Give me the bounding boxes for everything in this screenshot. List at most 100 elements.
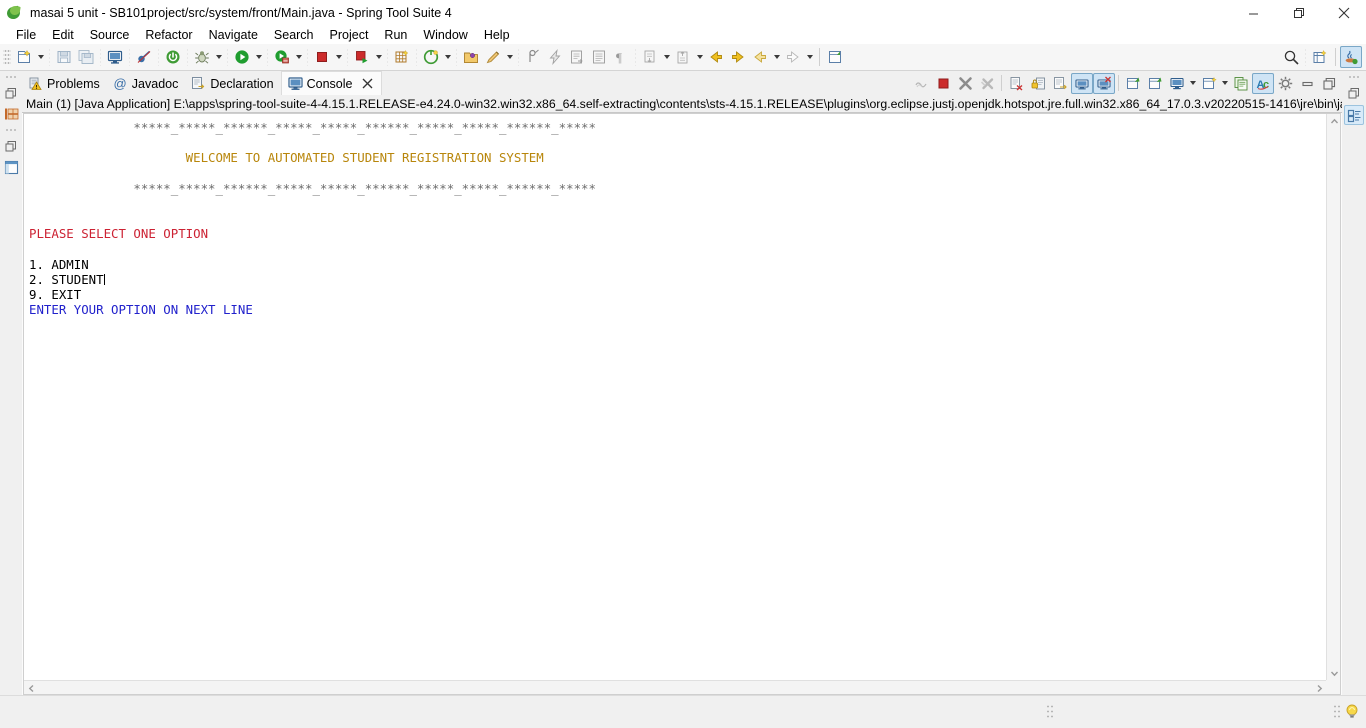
show-console-on-error-icon[interactable] [1093, 72, 1115, 94]
scroll-lock-icon[interactable] [1027, 73, 1049, 94]
open-console-icon[interactable] [104, 46, 126, 68]
debug-icon[interactable] [191, 46, 213, 68]
terminate-dropdown-arrow[interactable] [333, 46, 344, 68]
prev-annotation-dropdown-arrow[interactable] [694, 46, 705, 68]
left-trim-grip[interactable] [5, 75, 17, 80]
run-dropdown-arrow[interactable] [253, 46, 264, 68]
back-to-last-edit-icon[interactable] [705, 46, 727, 68]
console-preferences-icon[interactable] [1274, 73, 1296, 94]
restore-icon[interactable] [1, 83, 21, 103]
pilcrow-icon[interactable]: ¶ [610, 46, 632, 68]
clear-console-icon[interactable] [1005, 73, 1027, 94]
ansi-console-icon[interactable]: A c [1252, 72, 1274, 94]
java-perspective-icon[interactable] [1340, 46, 1362, 68]
navigate-forward-dropdown-arrow[interactable] [804, 46, 815, 68]
left-trim-grip-2[interactable] [5, 128, 17, 133]
menu-run[interactable]: Run [376, 26, 415, 44]
menu-project[interactable]: Project [322, 26, 377, 44]
new-console-dropdown-arrow[interactable] [1220, 73, 1230, 94]
tab-declaration[interactable]: Declaration [185, 72, 280, 95]
console-output-area[interactable]: *****_*****_******_*****_*****_******_**… [23, 113, 1341, 695]
outline-view-icon[interactable] [1344, 105, 1364, 125]
lightbulb-icon[interactable] [1341, 701, 1363, 723]
next-annotation-dropdown-arrow[interactable] [661, 46, 672, 68]
terminate-icon[interactable] [932, 73, 954, 94]
minimize-button[interactable] [1231, 0, 1276, 26]
console-horizontal-scrollbar[interactable] [24, 680, 1326, 694]
open-package-icon[interactable] [460, 46, 482, 68]
scroll-right-arrow[interactable] [1312, 681, 1326, 695]
menu-navigate[interactable]: Navigate [201, 26, 266, 44]
menu-refactor[interactable]: Refactor [137, 26, 200, 44]
new-wizard-dropdown-arrow[interactable] [35, 46, 46, 68]
run-external-tools-icon[interactable] [271, 46, 293, 68]
new-editor-icon[interactable] [566, 46, 588, 68]
pin-console-icon[interactable] [1122, 73, 1144, 94]
tab-javadoc[interactable]: @ Javadoc [107, 72, 186, 95]
new-spring-starter-icon[interactable] [420, 46, 442, 68]
debug-dropdown-arrow[interactable] [213, 46, 224, 68]
external-tools-dropdown-arrow[interactable] [293, 46, 304, 68]
remove-launch-icon[interactable] [954, 73, 976, 94]
tab-problems[interactable]: Problems [22, 72, 107, 95]
close-button[interactable] [1321, 0, 1366, 26]
pin-editor-icon[interactable] [824, 46, 846, 68]
scroll-down-arrow[interactable] [1327, 666, 1341, 680]
outline-icon[interactable] [1, 157, 21, 177]
new-wizard-icon[interactable] [13, 46, 35, 68]
run-icon[interactable] [231, 46, 253, 68]
save-icon[interactable] [53, 46, 75, 68]
menu-edit[interactable]: Edit [44, 26, 82, 44]
search-icon[interactable] [1280, 46, 1302, 68]
menu-search[interactable]: Search [266, 26, 322, 44]
minimize-view-icon[interactable] [1296, 73, 1318, 94]
toolbar-grip[interactable] [3, 48, 11, 66]
status-bar-grip-right[interactable] [1333, 704, 1341, 720]
scroll-left-arrow[interactable] [24, 681, 38, 695]
menu-window[interactable]: Window [415, 26, 475, 44]
show-console-when-output-icon[interactable] [910, 73, 932, 94]
menu-help[interactable]: Help [476, 26, 518, 44]
prev-annotation-icon[interactable] [672, 46, 694, 68]
close-icon[interactable] [361, 77, 374, 90]
open-console-icon[interactable] [1166, 73, 1188, 94]
console-text[interactable]: *****_*****_******_*****_*****_******_**… [24, 114, 1326, 680]
navigate-back-icon[interactable] [749, 46, 771, 68]
restore-right-icon[interactable] [1344, 83, 1364, 103]
remove-all-terminated-icon[interactable] [976, 73, 998, 94]
new-java-project-icon[interactable] [391, 46, 413, 68]
save-all-icon[interactable] [75, 46, 97, 68]
open-console-dropdown-arrow[interactable] [1188, 73, 1198, 94]
maximize-restore-button[interactable] [1276, 0, 1321, 26]
package-explorer-icon[interactable] [1, 104, 21, 124]
status-bar-grip[interactable] [1046, 704, 1054, 720]
open-perspective-icon[interactable] [1309, 46, 1331, 68]
tab-console[interactable]: Console [280, 71, 383, 95]
link-break-icon[interactable] [133, 46, 155, 68]
menu-source[interactable]: Source [82, 26, 138, 44]
run-last-icon[interactable] [351, 46, 373, 68]
spring-starter-dropdown-arrow[interactable] [442, 46, 453, 68]
maximize-view-icon[interactable] [1318, 73, 1340, 94]
run-last-dropdown-arrow[interactable] [373, 46, 384, 68]
navigate-back-dropdown-arrow[interactable] [771, 46, 782, 68]
lightning-icon[interactable] [544, 46, 566, 68]
edit-dropdown-arrow[interactable] [504, 46, 515, 68]
word-wrap-icon[interactable] [1049, 73, 1071, 94]
copy-console-icon[interactable] [1230, 73, 1252, 94]
terminate-icon[interactable] [311, 46, 333, 68]
show-whitespace-block-icon[interactable] [588, 46, 610, 68]
forward-to-next-edit-icon[interactable] [727, 46, 749, 68]
restore-2-icon[interactable] [1, 136, 21, 156]
console-vertical-scrollbar[interactable] [1326, 114, 1340, 680]
edit-pencil-icon[interactable] [482, 46, 504, 68]
navigate-forward-icon[interactable] [782, 46, 804, 68]
show-console-on-output-icon[interactable] [1071, 72, 1093, 94]
new-console-view-icon[interactable] [1198, 73, 1220, 94]
menu-file[interactable]: File [8, 26, 44, 44]
boot-dashboard-icon[interactable] [162, 46, 184, 68]
display-selected-console-icon[interactable] [1144, 73, 1166, 94]
scroll-up-arrow[interactable] [1327, 114, 1341, 128]
toggle-mark-occurrences-icon[interactable] [522, 46, 544, 68]
next-annotation-icon[interactable] [639, 46, 661, 68]
